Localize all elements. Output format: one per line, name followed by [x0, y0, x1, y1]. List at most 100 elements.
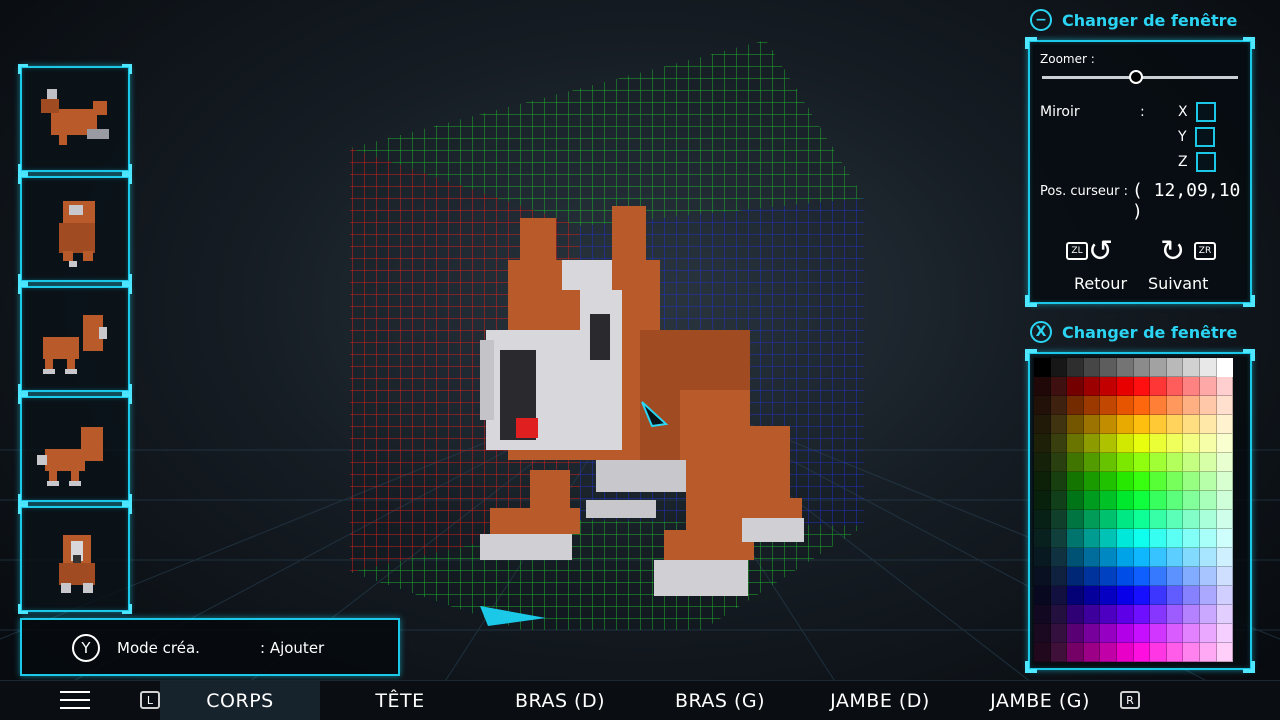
palette-swatch[interactable]	[1034, 434, 1051, 453]
palette-swatch[interactable]	[1133, 510, 1151, 529]
palette-swatch[interactable]	[1199, 472, 1217, 491]
thumbnail-side-right-view[interactable]	[18, 284, 132, 394]
tab-jambe-g[interactable]: JAMBE (G)	[960, 681, 1120, 720]
palette-swatch[interactable]	[1166, 472, 1184, 491]
palette-swatch[interactable]	[1034, 624, 1051, 643]
palette-swatch[interactable]	[1100, 377, 1117, 396]
palette-swatch[interactable]	[1133, 567, 1151, 586]
palette-swatch[interactable]	[1116, 377, 1134, 396]
window-switch-bottom[interactable]: X Changer de fenêtre	[1030, 320, 1237, 344]
palette-swatch[interactable]	[1050, 529, 1068, 548]
palette-swatch[interactable]	[1100, 491, 1117, 510]
palette-swatch[interactable]	[1067, 624, 1084, 643]
palette-swatch[interactable]	[1183, 491, 1200, 510]
palette-swatch[interactable]	[1216, 358, 1234, 377]
palette-swatch[interactable]	[1083, 358, 1101, 377]
palette-swatch[interactable]	[1183, 472, 1200, 491]
palette-swatch[interactable]	[1083, 605, 1101, 624]
palette-swatch[interactable]	[1116, 434, 1134, 453]
palette-swatch[interactable]	[1083, 510, 1101, 529]
palette-swatch[interactable]	[1067, 472, 1084, 491]
palette-swatch[interactable]	[1166, 567, 1184, 586]
palette-swatch[interactable]	[1166, 358, 1184, 377]
palette-swatch[interactable]	[1067, 548, 1084, 567]
palette-swatch[interactable]	[1183, 453, 1200, 472]
palette-swatch[interactable]	[1067, 491, 1084, 510]
palette-swatch[interactable]	[1150, 510, 1167, 529]
palette-swatch[interactable]	[1133, 453, 1151, 472]
palette-swatch[interactable]	[1133, 605, 1151, 624]
palette-swatch[interactable]	[1133, 491, 1151, 510]
palette-swatch[interactable]	[1199, 567, 1217, 586]
palette-swatch[interactable]	[1034, 358, 1051, 377]
palette-swatch[interactable]	[1067, 510, 1084, 529]
palette-swatch[interactable]	[1216, 605, 1234, 624]
mirror-y-checkbox[interactable]	[1194, 127, 1215, 147]
menu-icon[interactable]	[60, 691, 90, 709]
palette-swatch[interactable]	[1050, 415, 1068, 434]
palette-swatch[interactable]	[1116, 510, 1134, 529]
palette-swatch[interactable]	[1116, 453, 1134, 472]
palette-swatch[interactable]	[1199, 377, 1217, 396]
palette-swatch[interactable]	[1050, 586, 1068, 605]
mirror-x-checkbox[interactable]	[1195, 102, 1216, 122]
palette-swatch[interactable]	[1166, 434, 1184, 453]
palette-swatch[interactable]	[1050, 491, 1068, 510]
palette-swatch[interactable]	[1133, 472, 1151, 491]
palette-swatch[interactable]	[1083, 377, 1101, 396]
palette-swatch[interactable]	[1083, 491, 1101, 510]
palette-swatch[interactable]	[1100, 529, 1117, 548]
palette-swatch[interactable]	[1100, 548, 1117, 567]
tab-bras-d[interactable]: BRAS (D)	[480, 681, 640, 720]
palette-swatch[interactable]	[1216, 453, 1234, 472]
palette-swatch[interactable]	[1100, 472, 1117, 491]
palette-swatch[interactable]	[1166, 415, 1184, 434]
zoom-slider-knob[interactable]	[1129, 70, 1144, 84]
palette-swatch[interactable]	[1034, 643, 1051, 662]
palette-swatch[interactable]	[1216, 586, 1234, 605]
palette-swatch[interactable]	[1067, 567, 1084, 586]
palette-swatch[interactable]	[1216, 510, 1234, 529]
tab-bras-g[interactable]: BRAS (G)	[640, 681, 800, 720]
palette-swatch[interactable]	[1150, 472, 1167, 491]
palette-swatch[interactable]	[1083, 529, 1101, 548]
palette-swatch[interactable]	[1116, 491, 1134, 510]
palette-swatch[interactable]	[1034, 548, 1051, 567]
palette-swatch[interactable]	[1083, 567, 1101, 586]
palette-swatch[interactable]	[1050, 605, 1068, 624]
palette-swatch[interactable]	[1150, 377, 1167, 396]
palette-swatch[interactable]	[1083, 472, 1101, 491]
palette-swatch[interactable]	[1034, 491, 1051, 510]
palette-swatch[interactable]	[1183, 586, 1200, 605]
palette-swatch[interactable]	[1083, 586, 1101, 605]
palette-swatch[interactable]	[1050, 548, 1068, 567]
palette-swatch[interactable]	[1199, 491, 1217, 510]
palette-swatch[interactable]	[1083, 453, 1101, 472]
y-button-icon[interactable]: Y	[72, 634, 100, 662]
palette-swatch[interactable]	[1067, 434, 1084, 453]
palette-swatch[interactable]	[1034, 415, 1051, 434]
palette-swatch[interactable]	[1050, 510, 1068, 529]
palette-swatch[interactable]	[1034, 605, 1051, 624]
palette-swatch[interactable]	[1116, 643, 1134, 662]
palette-swatch[interactable]	[1034, 510, 1051, 529]
palette-swatch[interactable]	[1199, 415, 1217, 434]
palette-swatch[interactable]	[1034, 529, 1051, 548]
tab-tete[interactable]: TÊTE	[320, 681, 480, 720]
palette-swatch[interactable]	[1083, 396, 1101, 415]
palette-swatch[interactable]	[1199, 548, 1217, 567]
palette-swatch[interactable]	[1050, 377, 1068, 396]
thumbnail-top-view[interactable]	[18, 64, 132, 174]
palette-swatch[interactable]	[1183, 415, 1200, 434]
palette-swatch[interactable]	[1034, 567, 1051, 586]
palette-swatch[interactable]	[1150, 491, 1167, 510]
palette-swatch[interactable]	[1133, 586, 1151, 605]
palette-swatch[interactable]	[1150, 358, 1167, 377]
palette-swatch[interactable]	[1199, 624, 1217, 643]
palette-swatch[interactable]	[1183, 377, 1200, 396]
palette-swatch[interactable]	[1050, 358, 1068, 377]
palette-swatch[interactable]	[1133, 358, 1151, 377]
palette-swatch[interactable]	[1183, 434, 1200, 453]
palette-swatch[interactable]	[1150, 415, 1167, 434]
palette-swatch[interactable]	[1067, 358, 1084, 377]
